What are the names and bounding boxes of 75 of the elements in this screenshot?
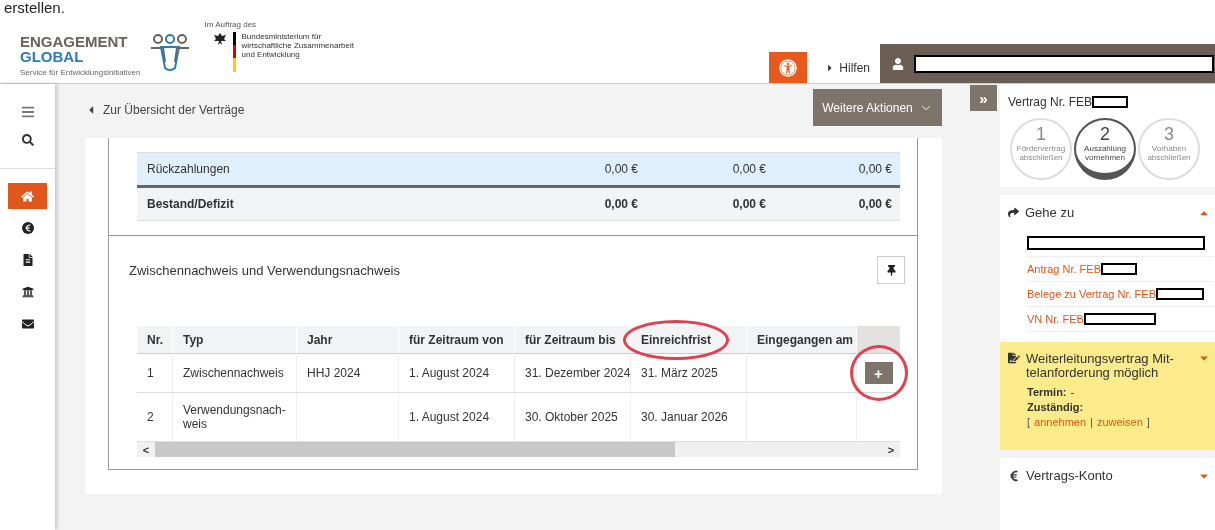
redaction-bar <box>1092 96 1129 108</box>
amount: 0,00 € <box>731 197 767 211</box>
arrow-icon <box>1008 207 1019 218</box>
search-icon <box>21 134 34 146</box>
table-cell: Zwischennachweis <box>173 354 297 393</box>
logo-text: GLOBAL <box>20 49 85 64</box>
logo-tagline: Service für Entwicklungsinitiativen <box>20 68 141 77</box>
pin-icon <box>885 264 897 276</box>
goto-link[interactable]: Antrag Nr. FEB <box>1027 263 1101 275</box>
add-button[interactable]: + <box>864 362 893 384</box>
account-header[interactable]: Vertrags-Konto <box>1000 458 1215 493</box>
field-value: - <box>1070 386 1075 398</box>
pin-button[interactable] <box>877 256 905 284</box>
goto-header[interactable]: Gehe zu <box>1000 195 1215 230</box>
bracket: ] <box>1146 416 1150 428</box>
column-header: für Zeitraum von <box>399 326 515 354</box>
euro-icon <box>1008 469 1020 482</box>
accept-link[interactable]: annehmen <box>1034 416 1087 428</box>
field-label: Zuständig: <box>1027 401 1085 413</box>
column-header: Typ <box>173 326 297 354</box>
bracket: [ <box>1027 416 1031 428</box>
contract-number: Vertrag Nr. FEB <box>1008 95 1093 109</box>
table-cell: 31. März 2025 <box>631 354 747 393</box>
goto-link[interactable]: VN Nr. FEB <box>1027 313 1084 325</box>
menu-icon <box>20 105 35 119</box>
column-header <box>857 326 900 354</box>
redaction-bar <box>1156 288 1204 300</box>
redaction-bar <box>1101 263 1137 275</box>
amount: 0,00 € <box>857 162 893 176</box>
table-cell: 31. Dezember 2024 <box>515 354 631 393</box>
step-circle[interactable]: 2 Auszahlung vornehmen <box>1074 118 1136 180</box>
logo-text: ENGAGEMENT <box>20 34 129 49</box>
amount: 0,00 € <box>731 162 767 176</box>
euro-icon <box>21 222 34 234</box>
accessibility-icon <box>779 58 798 77</box>
step-circle[interactable]: 3 Vorhaben abschließen <box>1138 118 1200 180</box>
table-cell: 1. August 2024 <box>399 354 515 393</box>
column-header: Nr. <box>137 326 173 354</box>
table-cell: 1 <box>137 354 173 393</box>
column-header: für Zeitraum bis <box>515 326 631 354</box>
summary-label: Rückzahlungen <box>146 162 231 176</box>
back-link[interactable]: Zur Übersicht der Verträge <box>85 103 245 117</box>
help-link[interactable]: Hilfen <box>817 52 880 83</box>
people-logo-icon <box>148 34 191 72</box>
separator: | <box>1090 416 1093 428</box>
scroll-left-button[interactable]: < <box>137 442 155 457</box>
column-header: Jahr <box>297 326 399 354</box>
ministry-name: Bundesministerium für wirtschaftliche Zusammenarbeit und Entwicklung <box>241 32 354 59</box>
document-icon <box>1008 352 1020 364</box>
expand-button[interactable]: » <box>970 85 997 111</box>
scroll-right-button[interactable]: > <box>882 442 900 457</box>
table-cell: HHJ 2024 <box>297 354 399 393</box>
assign-link[interactable]: zuweisen <box>1096 416 1143 428</box>
column-header: Eingegangen am <box>747 326 857 354</box>
field-label: Termin: <box>1027 386 1067 398</box>
section-title: Zwischennachweis und Verwendungsnachweis <box>129 262 400 278</box>
ministry-caption: Im Auftrag des <box>204 20 258 29</box>
step-circle[interactable]: 1 Fördervertrag abschließen <box>1010 118 1072 180</box>
amount: 0,00 € <box>603 162 639 176</box>
goto-link[interactable]: Belege zu Vertrag Nr. FEB <box>1027 288 1156 300</box>
bank-icon <box>21 286 34 298</box>
home-icon <box>21 189 34 203</box>
amount: 0,00 € <box>603 197 639 211</box>
scrollbar[interactable]: < > <box>137 442 900 457</box>
summary-label: Bestand/Defizit <box>146 197 235 211</box>
flag-bar <box>232 32 236 72</box>
eagle-icon <box>212 32 227 46</box>
document-icon <box>21 254 34 266</box>
accessibility-button[interactable] <box>769 52 808 83</box>
caption-text: erstellen. <box>3 0 66 16</box>
amount: 0,00 € <box>857 197 893 211</box>
task-title: Weiterleitungsvertrag Mit-telanforderung möglich <box>1026 352 1175 380</box>
more-actions-button[interactable]: Weitere Aktionen <box>813 89 942 126</box>
mail-icon <box>21 318 34 330</box>
user-icon <box>892 57 904 70</box>
